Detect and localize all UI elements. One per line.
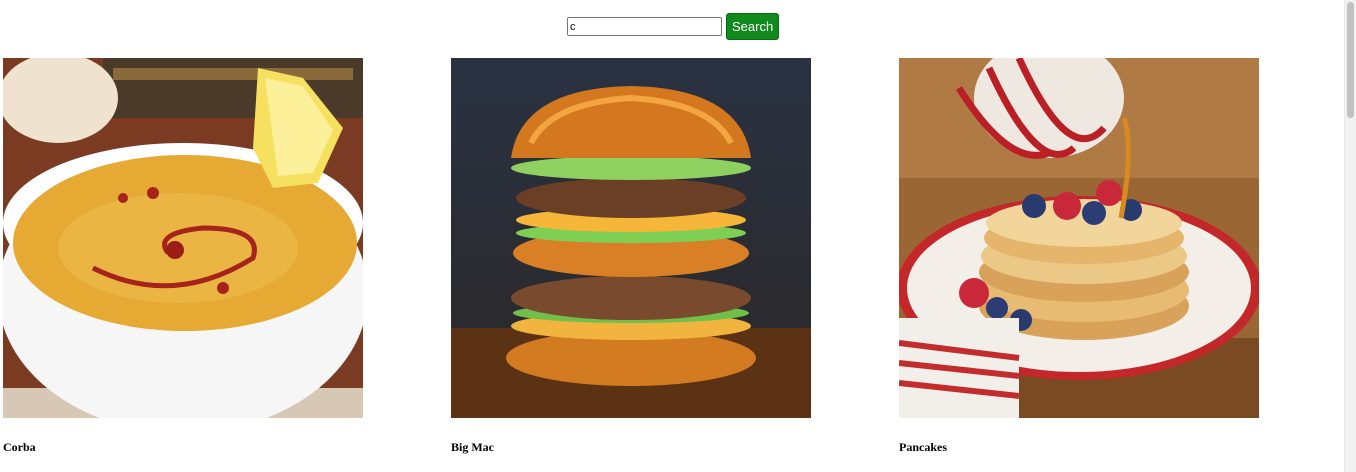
vertical-scrollbar[interactable] xyxy=(1344,0,1356,472)
search-input[interactable] xyxy=(567,17,722,36)
recipe-card[interactable]: Pancakes xyxy=(899,58,1259,455)
recipe-title: Pancakes xyxy=(899,440,947,454)
recipe-card[interactable]: Corba xyxy=(3,58,363,455)
recipe-title: Corba xyxy=(3,440,36,454)
recipe-card[interactable]: Big Mac xyxy=(451,58,811,455)
recipe-title: Big Mac xyxy=(451,440,494,454)
lentil-soup-image[interactable] xyxy=(3,58,363,418)
pancakes-image[interactable] xyxy=(899,58,1259,418)
scrollbar-thumb[interactable] xyxy=(1347,2,1354,118)
burger-image[interactable] xyxy=(451,58,811,418)
search-bar: Search xyxy=(567,13,780,40)
search-button[interactable]: Search xyxy=(726,13,780,40)
